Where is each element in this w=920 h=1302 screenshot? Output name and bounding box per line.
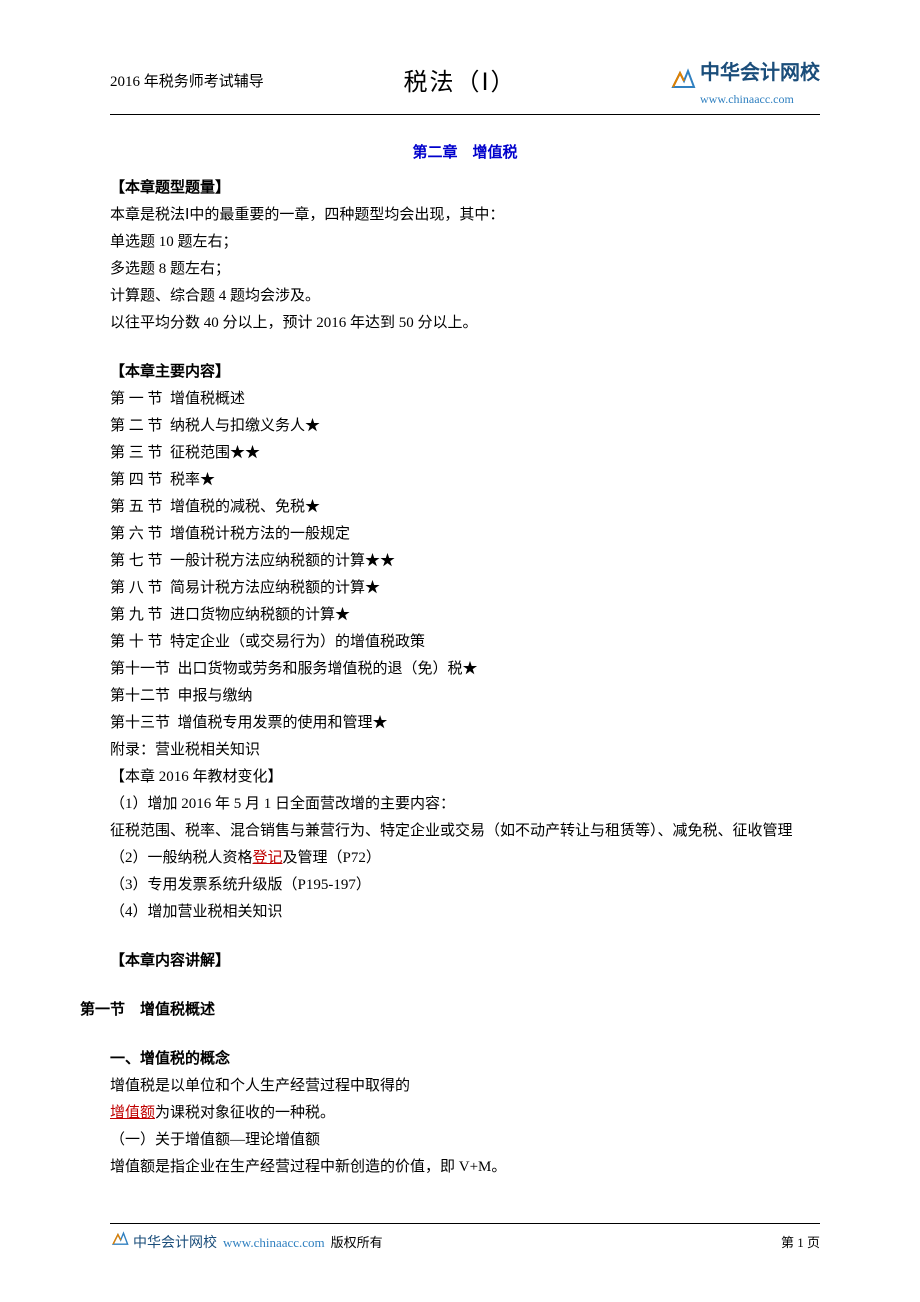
concept-line1: 增值税是以单位和个人生产经营过程中取得的 [110, 1073, 820, 1100]
qt-line2: 多选题 8 题左右； [110, 256, 820, 283]
section-item: 第 九 节 进口货物应纳税额的计算★ [110, 602, 820, 629]
section-item: 第 七 节 一般计税方法应纳税额的计算★★ [110, 548, 820, 575]
qt-line3: 计算题、综合题 4 题均会涉及。 [110, 283, 820, 310]
qt-intro: 本章是税法Ⅰ中的最重要的一章，四种题型均会出现，其中： [110, 202, 820, 229]
question-types-header: 【本章题型题量】 [110, 175, 820, 202]
concept-line2: 增值额为课税对象征收的一种税。 [110, 1100, 820, 1127]
logo-icon [670, 65, 696, 101]
section-item: 第 一 节 增值税概述 [110, 386, 820, 413]
logo-text: 中华会计网校 [700, 62, 820, 84]
logo-url: www.chinaacc.com [700, 89, 820, 111]
page-footer: 中华会计网校 www.chinaacc.com 版权所有 第 1 页 [110, 1223, 820, 1257]
concept-line2-after: 为课税对象征收的一种税。 [155, 1105, 335, 1121]
change-item2-before: （2）一般纳税人资格 [110, 850, 253, 866]
section-item: 第 二 节 纳税人与扣缴义务人★ [110, 413, 820, 440]
explanation-header: 【本章内容讲解】 [110, 948, 820, 975]
footer-left: 中华会计网校 www.chinaacc.com 版权所有 [110, 1229, 383, 1257]
concept-header: 一、增值税的概念 [110, 1046, 820, 1073]
section-item: 第十三节 增值税专用发票的使用和管理★ [110, 710, 820, 737]
footer-page-number: 第 1 页 [781, 1231, 820, 1254]
section-item: 第十一节 出口货物或劳务和服务增值税的退（免）税★ [110, 656, 820, 683]
footer-logo-icon [110, 1229, 130, 1257]
qt-line4: 以往平均分数 40 分以上，预计 2016 年达到 50 分以上。 [110, 310, 820, 337]
change-item2: （2）一般纳税人资格登记及管理（P72） [110, 845, 820, 872]
section-item: 第 三 节 征税范围★★ [110, 440, 820, 467]
concept-red: 增值额 [110, 1105, 155, 1121]
footer-logo-text: 中华会计网校 [133, 1230, 217, 1255]
section-item: 第 六 节 增值税计税方法的一般规定 [110, 521, 820, 548]
concept-line3: （一）关于增值额—理论增值额 [110, 1127, 820, 1154]
change-item1-detail: 征税范围、税率、混合销售与兼营行为、特定企业或交易（如不动产转让与租赁等）、减免… [80, 818, 820, 845]
header-logo-block: 中华会计网校 www.chinaacc.com [670, 55, 820, 111]
node1-header: 第一节 增值税概述 [80, 997, 820, 1024]
header-left-text: 2016 年税务师考试辅导 [110, 69, 264, 96]
change-item4: （4）增加营业税相关知识 [110, 899, 820, 926]
section-item: 第 十 节 特定企业（或交易行为）的增值税政策 [110, 629, 820, 656]
section-item: 第 五 节 增值税的减税、免税★ [110, 494, 820, 521]
change-item2-red: 登记 [253, 850, 283, 866]
footer-copyright: 版权所有 [331, 1231, 383, 1254]
appendix: 附录：营业税相关知识 [110, 737, 820, 764]
main-content-header: 【本章主要内容】 [110, 359, 820, 386]
change-item1: （1）增加 2016 年 5 月 1 日全面营改增的主要内容： [110, 791, 820, 818]
logo-text-wrap: 中华会计网校 www.chinaacc.com [700, 55, 820, 111]
page-content: 第二章 增值税 【本章题型题量】 本章是税法Ⅰ中的最重要的一章，四种题型均会出现… [0, 115, 920, 1181]
sections-list: 第 一 节 增值税概述 第 二 节 纳税人与扣缴义务人★ 第 三 节 征税范围★… [110, 386, 820, 737]
concept-line4: 增值额是指企业在生产经营过程中新创造的价值，即 V+M。 [110, 1154, 820, 1181]
section-item: 第十二节 申报与缴纳 [110, 683, 820, 710]
section-item: 第 四 节 税率★ [110, 467, 820, 494]
change-item3: （3）专用发票系统升级版（P195-197） [110, 872, 820, 899]
header-center-title: 税法（Ⅰ） [403, 61, 516, 104]
change-item2-after: 及管理（P72） [283, 850, 381, 866]
chapter-title: 第二章 增值税 [110, 140, 820, 167]
page-header: 2016 年税务师考试辅导 税法（Ⅰ） 中华会计网校 www.chinaacc.… [0, 0, 920, 111]
qt-line1: 单选题 10 题左右； [110, 229, 820, 256]
footer-url: www.chinaacc.com [223, 1231, 325, 1254]
changes-header: 【本章 2016 年教材变化】 [110, 764, 820, 791]
section-item: 第 八 节 简易计税方法应纳税额的计算★ [110, 575, 820, 602]
